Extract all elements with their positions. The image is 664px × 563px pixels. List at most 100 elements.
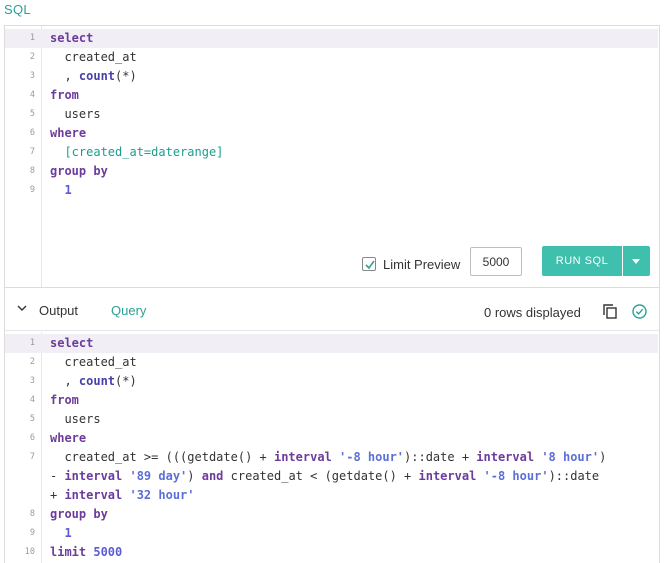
code-text: - interval '89 day') and created_at < (g…: [50, 467, 599, 486]
line-number: 5: [29, 414, 35, 424]
code-line: 8 group by: [5, 162, 658, 181]
code-text: 1: [50, 524, 72, 543]
line-number: 2: [29, 357, 35, 367]
code-line: 6 where: [5, 429, 658, 448]
code-line: 7 [created_at=daterange]: [5, 143, 658, 162]
tab-query[interactable]: Query: [111, 303, 146, 318]
code-token: '-8 hour': [339, 450, 405, 464]
code-line: 6 where: [5, 124, 658, 143]
sql-panel: 1 select 2 created_at 3 , count(*) 4 from 5 us…: [4, 25, 660, 563]
code-text: + interval '32 hour': [50, 486, 195, 505]
output-code: 1 select 2 created_at 3 , count(*) 4 from 5 us…: [5, 332, 659, 563]
line-number: 2: [29, 52, 35, 62]
code-token: 1: [64, 526, 72, 540]
code-token: from: [50, 393, 79, 407]
code-line: + interval '32 hour': [5, 486, 658, 505]
code-token: ): [599, 450, 607, 464]
code-line: 1 select: [5, 29, 658, 48]
code-token: interval: [273, 450, 332, 464]
code-text: select: [50, 29, 93, 48]
code-token: created_at: [50, 355, 137, 369]
line-number: 7: [29, 452, 35, 462]
code-line: 2 created_at: [5, 48, 658, 67]
code-text: group by: [50, 505, 108, 524]
code-line: 9 1: [5, 524, 658, 543]
code-line: 5 users: [5, 105, 658, 124]
code-text: , count(*): [50, 372, 136, 391]
code-line: 10 limit 5000: [5, 543, 658, 562]
code-token: )::date +: [404, 450, 477, 464]
line-number: 6: [29, 433, 35, 443]
code-token: 1: [64, 183, 72, 197]
line-number: 8: [29, 166, 35, 176]
code-line: 2 created_at: [5, 353, 658, 372]
code-text: users: [50, 410, 101, 429]
check-circle-icon: [632, 304, 647, 319]
code-token: interval: [418, 469, 477, 483]
code-token: '32 hour': [129, 488, 195, 502]
run-sql-button[interactable]: RUN SQL: [542, 246, 622, 276]
code-token: where: [50, 126, 87, 140]
code-token: users: [50, 412, 101, 426]
code-token: interval: [64, 469, 123, 483]
code-token: limit: [50, 545, 87, 559]
code-token: and: [201, 469, 224, 483]
code-token: group by: [50, 164, 108, 178]
code-token: 5000: [93, 545, 123, 559]
caret-down-icon: [632, 259, 640, 264]
code-token: [created_at=daterange]: [50, 145, 224, 159]
code-token: select: [50, 31, 94, 45]
code-text: 1: [50, 181, 72, 200]
code-line: 3 , count(*): [5, 372, 658, 391]
code-line: 9 1: [5, 181, 658, 200]
limit-preview-checkbox[interactable]: [362, 257, 376, 271]
code-token: count: [78, 374, 116, 388]
code-token: ): [187, 469, 202, 483]
code-line: 7 created_at >= (((getdate() + interval …: [5, 448, 658, 467]
code-token: )::date: [548, 469, 600, 483]
code-text: where: [50, 429, 86, 448]
code-text: created_at: [50, 353, 137, 372]
line-number: 9: [29, 185, 35, 195]
code-token: users: [50, 107, 101, 121]
rows-displayed-count: 0 rows displayed: [484, 305, 581, 320]
code-text: created_at: [50, 48, 137, 67]
code-token: '89 day': [129, 469, 188, 483]
line-number: 5: [29, 109, 35, 119]
code-token: created_at >= (((getdate() +: [50, 450, 274, 464]
line-number: 3: [29, 376, 35, 386]
code-token: (*): [115, 69, 137, 83]
output-label: Output: [39, 303, 79, 318]
line-number: 10: [24, 547, 35, 557]
code-token: group by: [50, 507, 108, 521]
code-text: created_at >= (((getdate() + interval '-…: [50, 448, 606, 467]
chevron-down-icon[interactable]: [17, 304, 27, 312]
code-token: '8 hour': [541, 450, 600, 464]
code-text: , count(*): [50, 67, 137, 86]
limit-input[interactable]: [470, 247, 522, 276]
code-token: interval: [64, 488, 123, 502]
copy-icon[interactable]: [603, 304, 617, 319]
code-text: group by: [50, 162, 108, 181]
code-token: '-8 hour': [483, 469, 549, 483]
code-token: +: [50, 488, 65, 502]
code-text: select: [50, 334, 93, 353]
code-token: select: [50, 336, 94, 350]
code-token: count: [78, 69, 116, 83]
run-options-dropdown[interactable]: [623, 246, 650, 276]
code-text: where: [50, 124, 86, 143]
line-number: 3: [29, 71, 35, 81]
line-number: 4: [29, 90, 35, 100]
code-text: from: [50, 391, 79, 410]
line-number: 7: [29, 147, 35, 157]
code-token: created_at: [50, 50, 137, 64]
code-line: 4 from: [5, 391, 658, 410]
code-token: interval: [476, 450, 535, 464]
code-line: - interval '89 day') and created_at < (g…: [5, 467, 658, 486]
code-line: 4 from: [5, 86, 658, 105]
code-token: ,: [50, 374, 79, 388]
